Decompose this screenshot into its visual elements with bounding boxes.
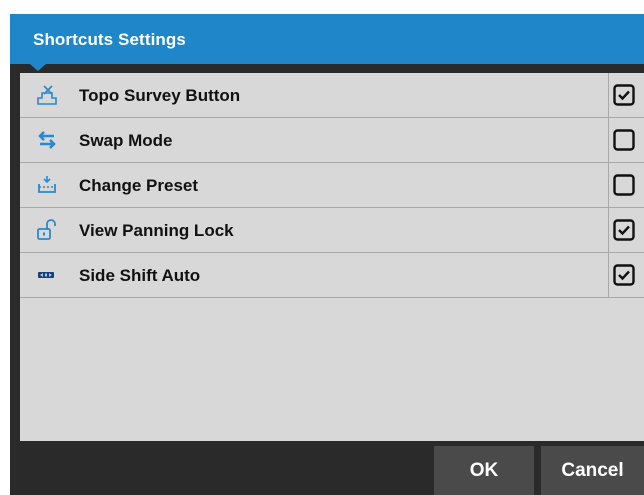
checkbox-cell — [608, 73, 644, 117]
shortcut-row-topo-survey[interactable]: Topo Survey Button — [20, 73, 644, 118]
dialog-title-bar: Shortcuts Settings — [10, 14, 644, 64]
side-shift-icon — [34, 263, 60, 287]
checkbox-unchecked[interactable] — [613, 174, 635, 196]
checkbox-cell — [608, 208, 644, 252]
dialog-title: Shortcuts Settings — [33, 30, 186, 49]
checkbox-cell — [608, 118, 644, 162]
shortcut-label: Topo Survey Button — [79, 86, 241, 105]
shortcut-row-view-panning-lock[interactable]: View Panning Lock — [20, 208, 644, 253]
cancel-button[interactable]: Cancel — [541, 446, 644, 495]
shortcuts-settings-dialog: Shortcuts Settings Topo Survey Button Sw… — [10, 14, 644, 495]
shortcut-row-change-preset[interactable]: Change Preset — [20, 163, 644, 208]
swap-arrows-icon — [34, 128, 60, 152]
padlock-open-icon — [34, 218, 60, 242]
shortcuts-list: Topo Survey Button Swap Mode Change Pres… — [20, 73, 644, 441]
checkbox-cell — [608, 253, 644, 297]
topo-survey-icon — [34, 83, 60, 107]
shortcut-label: Side Shift Auto — [79, 266, 201, 285]
checkbox-unchecked[interactable] — [613, 129, 635, 151]
shortcut-label: Swap Mode — [79, 131, 173, 150]
shortcut-row-swap-mode[interactable]: Swap Mode — [20, 118, 644, 163]
shortcut-label: Change Preset — [79, 176, 199, 195]
shortcut-row-side-shift-auto[interactable]: Side Shift Auto — [20, 253, 644, 298]
checkbox-cell — [608, 163, 644, 207]
checkbox-checked[interactable] — [613, 219, 635, 241]
shortcut-label: View Panning Lock — [79, 221, 234, 240]
checkbox-checked[interactable] — [613, 264, 635, 286]
checkbox-checked[interactable] — [613, 84, 635, 106]
preset-icon — [34, 173, 60, 197]
ok-button[interactable]: OK — [434, 446, 534, 495]
title-pointer — [30, 64, 46, 71]
dialog-footer: OK Cancel — [10, 441, 644, 495]
